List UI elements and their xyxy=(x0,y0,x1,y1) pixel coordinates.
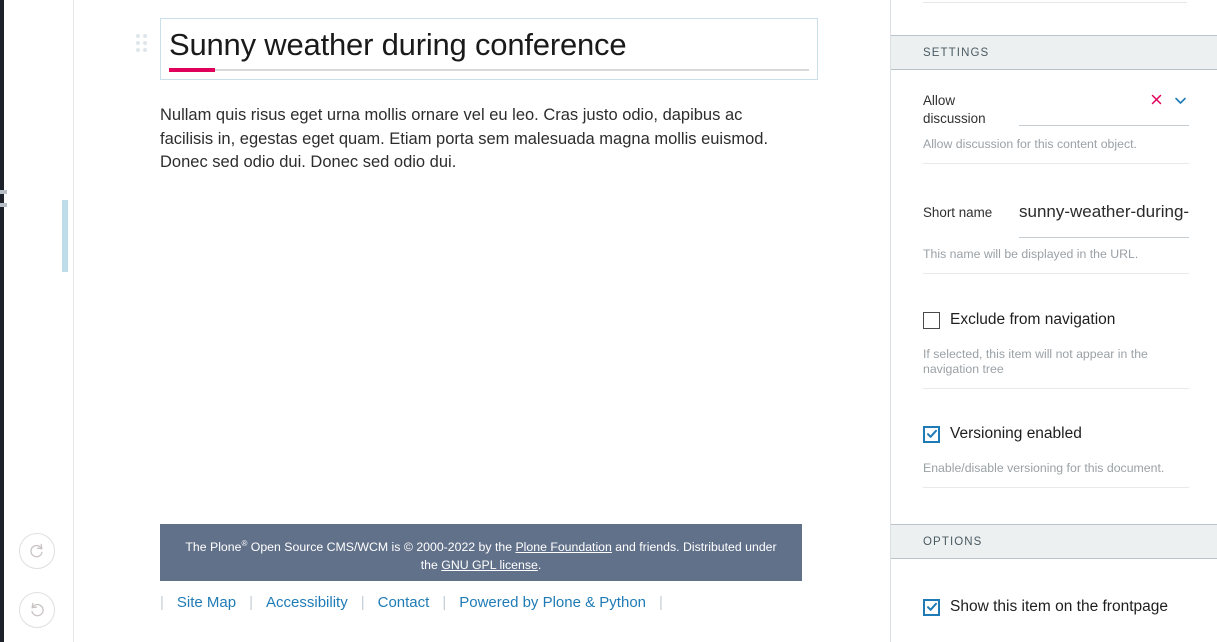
allow-discussion-control[interactable] xyxy=(1019,92,1189,126)
rail-notch-lower xyxy=(0,203,7,207)
checkbox-label-show-on-frontpage: Show this item on the frontpage xyxy=(950,598,1168,615)
title-input-value[interactable]: Sunny weather during conference xyxy=(169,23,627,67)
title-underline-accent xyxy=(169,68,809,72)
checkbox-label-versioning-enabled: Versioning enabled xyxy=(950,425,1082,442)
footer-separator: | xyxy=(659,594,663,611)
field-help-versioning-enabled: Enable/disable versioning for this docum… xyxy=(923,447,1189,488)
footer-text-2: Open Source CMS/WCM is © 2000-2022 by th… xyxy=(247,540,516,555)
app-root: Sunny weather during conference Nullam q… xyxy=(0,0,1217,642)
settings-sidebar: SETTINGS Allow discussion Allow discussi… xyxy=(890,0,1217,642)
document-column: Sunny weather during conference Nullam q… xyxy=(74,0,890,642)
short-name-input[interactable]: sunny-weather-during- xyxy=(1019,202,1205,222)
footer-link-contact[interactable]: Contact xyxy=(365,594,443,611)
drag-handle-icon[interactable] xyxy=(134,32,148,54)
checkbox-versioning-enabled[interactable] xyxy=(923,425,940,443)
sidebar-top-divider xyxy=(923,2,1187,3)
checkbox-label-exclude-from-navigation: Exclude from navigation xyxy=(950,311,1116,328)
field-help-exclude-from-navigation: If selected, this item will not appear i… xyxy=(923,333,1189,389)
footer-navigation: | Site Map | Accessibility | Contact | P… xyxy=(160,594,820,611)
field-label-allow-discussion: Allow discussion xyxy=(923,93,986,126)
field-show-on-frontpage: Show this item on the frontpage xyxy=(923,594,1189,642)
undo-icon xyxy=(27,600,47,620)
footer-text-4: . xyxy=(537,558,542,573)
field-exclude-from-navigation: Exclude from navigation If selected, thi… xyxy=(923,307,1189,389)
gnu-gpl-license-link[interactable]: GNU GPL license xyxy=(441,558,538,572)
rail-notch-upper xyxy=(0,190,7,194)
toolbar-active-marker xyxy=(62,200,68,272)
footer-text-1: The Plone xyxy=(185,540,242,555)
field-short-name: Short name sunny-weather-during- This na… xyxy=(923,202,1189,274)
section-header-settings: SETTINGS xyxy=(891,35,1217,70)
field-help-allow-discussion: Allow discussion for this content object… xyxy=(923,128,1189,164)
field-label-short-name: Short name xyxy=(923,205,993,220)
chevron-down-icon[interactable] xyxy=(1172,92,1189,109)
title-block: Sunny weather during conference xyxy=(134,18,872,80)
redo-button[interactable] xyxy=(19,533,55,569)
short-name-control[interactable]: sunny-weather-during- xyxy=(1019,202,1189,238)
field-help-show-on-frontpage xyxy=(923,620,1189,642)
footer-link-powered-by[interactable]: Powered by Plone & Python xyxy=(446,594,659,611)
checkbox-show-on-frontpage[interactable] xyxy=(923,598,940,616)
field-help-short-name: This name will be displayed in the URL. xyxy=(923,238,1189,274)
plone-foundation-link[interactable]: Plone Foundation xyxy=(515,540,611,554)
section-header-options: OPTIONS xyxy=(891,524,1217,559)
footer-link-accessibility[interactable]: Accessibility xyxy=(253,594,361,611)
footer-link-site-map[interactable]: Site Map xyxy=(164,594,249,611)
undo-button[interactable] xyxy=(19,592,55,628)
field-versioning-enabled: Versioning enabled Enable/disable versio… xyxy=(923,421,1189,488)
close-x-icon[interactable] xyxy=(1149,92,1164,107)
checkbox-exclude-from-navigation[interactable] xyxy=(923,311,940,329)
title-input[interactable]: Sunny weather during conference xyxy=(160,18,818,80)
plone-copyright-footer: The Plone® Open Source CMS/WCM is © 2000… xyxy=(160,524,802,581)
redo-icon xyxy=(27,541,47,561)
toolbar-rail-edge xyxy=(0,0,7,642)
body-paragraph[interactable]: Nullam quis risus eget urna mollis ornar… xyxy=(160,104,800,175)
field-allow-discussion: Allow discussion Allow discussion for th… xyxy=(923,92,1189,164)
